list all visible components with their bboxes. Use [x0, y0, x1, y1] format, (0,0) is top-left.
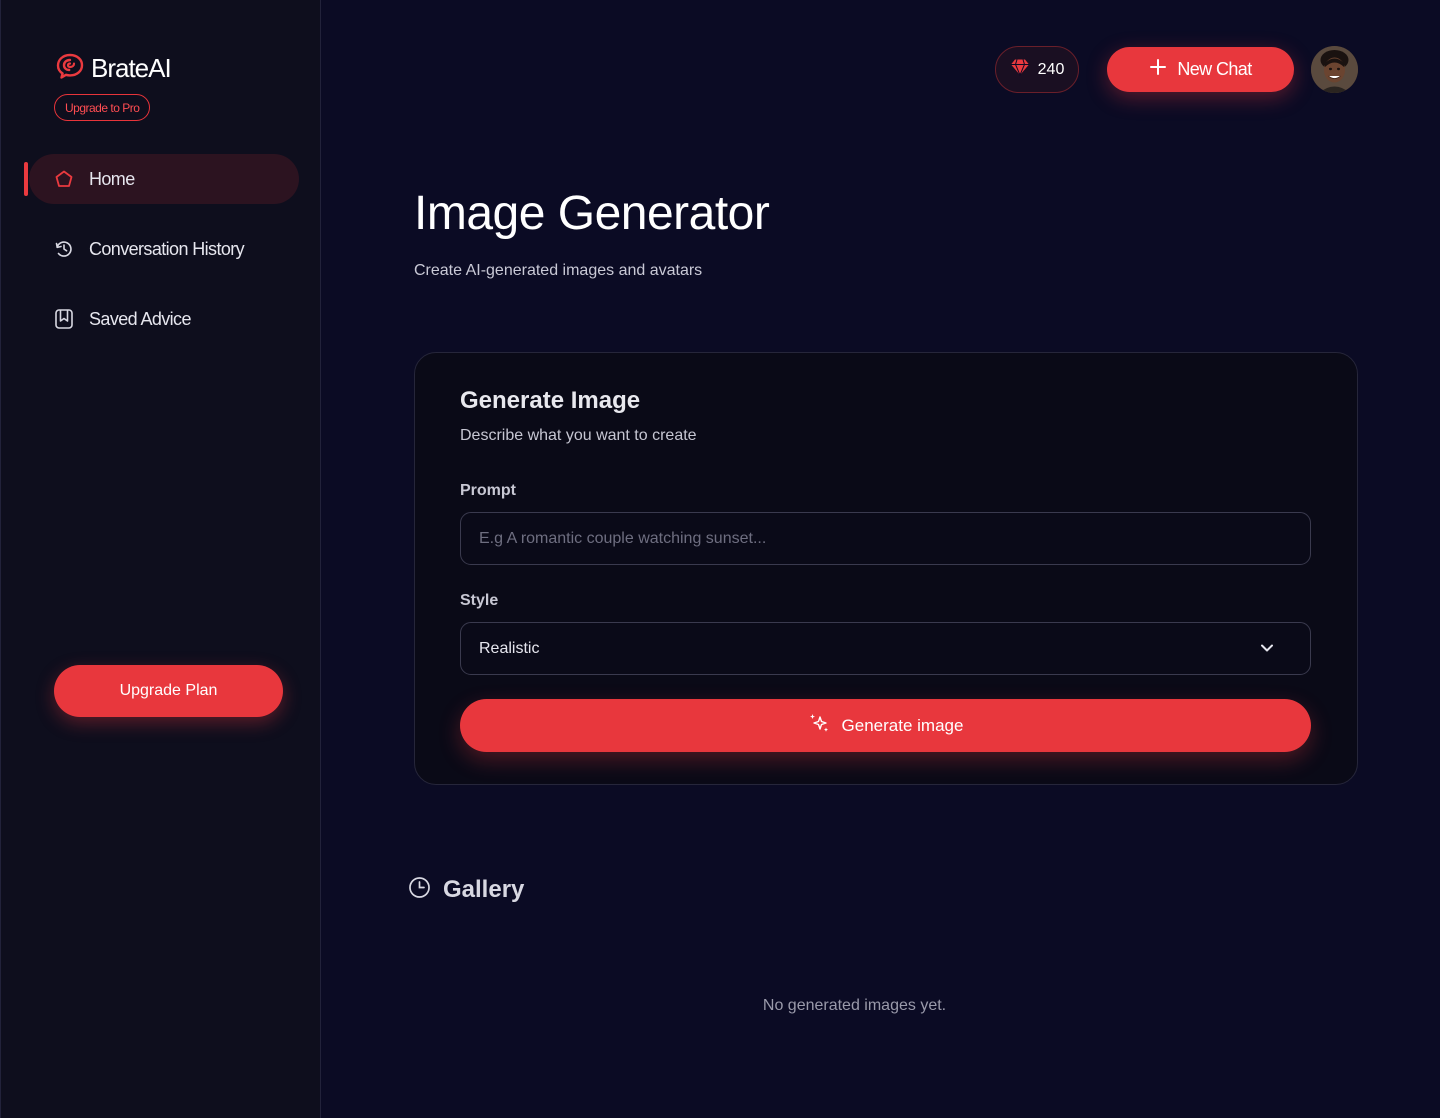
app-root: BrateAI Upgrade to Pro Home Conversation…	[0, 0, 1440, 1118]
prompt-label: Prompt	[460, 482, 516, 499]
gems-balance[interactable]: 240	[995, 46, 1079, 93]
active-nav-indicator	[24, 162, 28, 196]
new-chat-label: New Chat	[1177, 59, 1252, 79]
upgrade-to-pro-badge[interactable]: Upgrade to Pro	[54, 94, 151, 121]
plus-icon	[1149, 58, 1167, 81]
style-select-value: Realistic	[479, 639, 540, 657]
sidebar: BrateAI Upgrade to Pro Home Conversation…	[0, 0, 321, 1118]
sidebar-item-saved-advice[interactable]: Saved Advice	[29, 294, 299, 344]
style-select[interactable]: Realistic	[460, 622, 1311, 675]
gallery-empty-message: No generated images yet.	[762, 997, 947, 1014]
gallery-header: Gallery	[408, 876, 524, 904]
clock-icon	[408, 876, 431, 904]
brand-logo[interactable]: BrateAI	[55, 52, 172, 85]
brand-logo-icon	[55, 52, 85, 85]
bookmark-icon	[53, 308, 75, 330]
gems-count: 240	[1037, 60, 1065, 78]
brand-name: BrateAI	[91, 53, 172, 83]
new-chat-button[interactable]: New Chat	[1107, 47, 1294, 92]
prompt-input[interactable]	[460, 512, 1311, 565]
sidebar-item-home[interactable]: Home	[29, 154, 299, 204]
card-subtitle: Describe what you want to create	[460, 427, 697, 444]
gem-icon	[1010, 58, 1030, 81]
sidebar-item-label: Home	[89, 168, 135, 189]
page-subtitle: Create AI-generated images and avatars	[414, 262, 703, 279]
page-title: Image Generator	[414, 187, 770, 240]
history-icon	[53, 238, 75, 260]
chevron-down-icon	[1260, 640, 1274, 658]
sidebar-item-label: Saved Advice	[89, 308, 191, 329]
sidebar-item-conversation-history[interactable]: Conversation History	[29, 224, 299, 274]
style-label: Style	[460, 592, 499, 609]
generate-image-label: Generate image	[841, 715, 964, 735]
home-icon	[53, 168, 75, 190]
gallery-title: Gallery	[443, 876, 525, 903]
generate-image-button[interactable]: Generate image	[460, 699, 1311, 752]
generate-image-card: Generate Image Describe what you want to…	[414, 352, 1358, 785]
sparkles-icon	[808, 712, 830, 739]
upgrade-plan-button[interactable]: Upgrade Plan	[54, 665, 283, 717]
user-avatar[interactable]	[1311, 46, 1358, 93]
sidebar-item-label: Conversation History	[89, 238, 245, 259]
card-title: Generate Image	[460, 387, 641, 414]
